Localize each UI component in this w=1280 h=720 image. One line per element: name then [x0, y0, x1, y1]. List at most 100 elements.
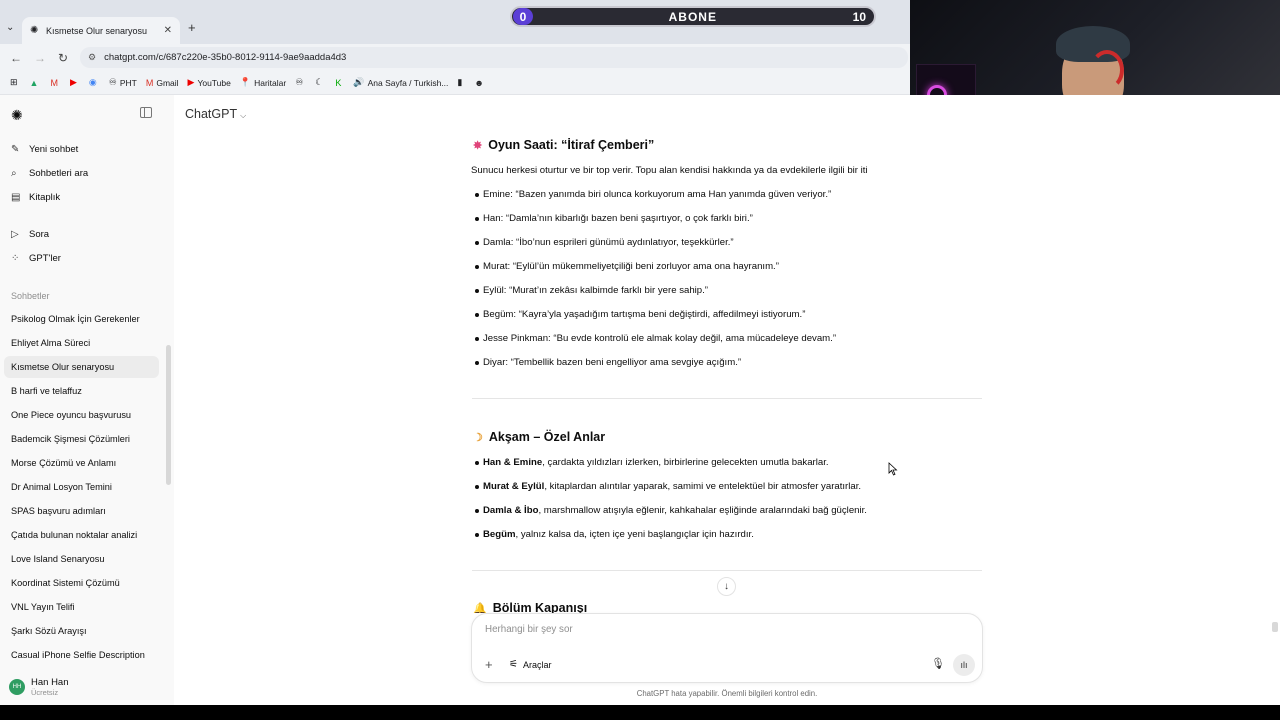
browser-tab[interactable]: ✺ Kısmetse Olur senaryosu ✕: [22, 17, 180, 44]
bookmark-label: Haritalar: [254, 77, 287, 88]
moon-icon: ☽: [473, 431, 483, 444]
list-item: Diyar: “Tembellik bazen beni engelliyor …: [474, 357, 742, 368]
sidebar-chat-item[interactable]: Psikolog Olmak İçin Gerekenler: [4, 308, 159, 330]
plus-icon[interactable]: +: [485, 657, 493, 672]
edit-icon: ✎: [11, 143, 20, 155]
voice-mode-button[interactable]: ılı: [953, 654, 975, 676]
book-icon: ▮: [457, 77, 463, 87]
drive-icon: ▲: [29, 77, 39, 88]
bookmark-item[interactable]: ☾: [315, 77, 326, 88]
sidebar-chat-item[interactable]: Kısmetse Olur senaryosu: [4, 356, 159, 378]
scroll-down-button[interactable]: ↓: [717, 577, 736, 596]
sidebar-nav-item[interactable]: ⌕ Sohbetleri ara: [4, 162, 159, 184]
subscriber-goal-overlay: 0 ABONE 10: [510, 6, 876, 27]
list-item-bold: Begüm: [483, 529, 516, 540]
sidebar-chat-item[interactable]: Şarkı Sözü Arayışı: [4, 620, 159, 642]
arrow-down-icon: ↓: [724, 581, 729, 592]
site-info-icon[interactable]: ⚙: [88, 52, 96, 63]
bookmark-item[interactable]: ▲: [30, 78, 42, 88]
divider: [472, 570, 982, 571]
subscriber-count: 0: [513, 8, 533, 25]
sidebar-chat-item[interactable]: Çatıda bulunan noktalar analizi: [4, 524, 159, 546]
list-item: Eylül: “Murat’ın zekâsı kalbimde farklı …: [475, 285, 708, 296]
assistant-message: ✸ Oyun Saati: “İtiraf Çemberi” Sunucu he…: [471, 95, 910, 613]
section-title: Bölüm Kapanışı: [492, 601, 588, 613]
section-heading-game: ✸ Oyun Saati: “İtiraf Çemberi”: [473, 138, 654, 152]
bookmark-item[interactable]: 🔊 Ana Sayfa / Turkish...: [353, 77, 448, 88]
sidebar-chat-item[interactable]: Morse Çözümü ve Anlamı: [4, 452, 159, 474]
gmail-icon: M: [50, 77, 58, 88]
url-bar[interactable]: ⚙ chatgpt.com/c/687c220e-35b0-8012-9114-…: [80, 47, 908, 68]
tools-button[interactable]: ⚟ Araçlar: [509, 659, 551, 670]
sidebar-chat-item[interactable]: B harfi ve telaffuz: [4, 380, 159, 402]
section-heading-closing: 🔔 Bölüm Kapanışı: [473, 601, 587, 613]
section-heading-evening: ☽ Akşam – Özel Anlar: [473, 430, 605, 444]
grid-icon: ⁘: [11, 252, 20, 264]
sidebar-chat-item[interactable]: Bademcik Şişmesi Çözümleri: [4, 428, 159, 450]
subscriber-label: ABONE: [668, 9, 717, 24]
gmail-icon: M: [145, 77, 154, 88]
chatgpt-logo-icon[interactable]: ✺: [11, 107, 23, 124]
list-item-text: , çardakta yıldızları izlerken, birbirle…: [542, 457, 829, 468]
bookmark-item[interactable]: ▶: [70, 77, 80, 88]
tab-title: Kısmetse Olur senaryosu: [46, 25, 148, 36]
list-item: Murat: “Eylül’ün mükemmeliyetçiliği beni…: [475, 261, 779, 272]
bookmark-item[interactable]: K: [335, 78, 344, 88]
prompt-input[interactable]: [485, 624, 915, 635]
bookmark-item[interactable]: M Gmail: [146, 78, 179, 88]
list-item: Begüm: “Kayra’yla yaşadığım tartışma ben…: [474, 309, 806, 320]
bookmark-item[interactable]: 📍 Haritalar: [240, 77, 286, 88]
sidebar-nav-item[interactable]: ✎ Yeni sohbet: [4, 138, 159, 160]
library-icon: ▤: [11, 191, 21, 203]
new-tab-icon[interactable]: +: [188, 20, 196, 35]
sliders-icon: ⚟: [509, 659, 518, 670]
back-icon[interactable]: ←: [10, 51, 22, 65]
reload-icon[interactable]: ↻: [58, 51, 68, 65]
bookmark-item[interactable]: M: [50, 78, 61, 88]
avatar: HH: [9, 679, 25, 695]
pht-icon: ♾: [108, 77, 117, 87]
bookmark-label: YouTube: [197, 77, 231, 88]
user-name: Han Han: [31, 676, 69, 688]
bell-icon: 🔔: [473, 602, 487, 614]
sidebar-chat-item[interactable]: Ehliyet Alma Süreci: [4, 332, 159, 354]
sidebar-chat-item[interactable]: Casual iPhone Selfie Description: [4, 644, 159, 666]
sidebar-chat-item[interactable]: One Piece oyuncu başvurusu: [4, 404, 159, 426]
sidebar-chat-item[interactable]: VNL Yayın Telifi: [4, 596, 159, 618]
chevron-down-icon: ⌵: [240, 111, 247, 120]
bookmark-item[interactable]: ▶ YouTube: [188, 77, 231, 88]
sidebar-nav-item[interactable]: ▷ Sora: [4, 223, 159, 245]
list-item: Han: “Damla’nın kibarlığı bazen beni şaş…: [475, 213, 753, 224]
sidebar-nav-label: GPT'ler: [29, 252, 61, 264]
person-icon: ☻: [474, 77, 484, 88]
sidebar-chat-item[interactable]: Dr Animal Losyon Temini: [4, 476, 159, 498]
sidebar-nav-item[interactable]: ▤ Kitaplık: [4, 186, 159, 208]
bookmark-item[interactable]: ▮: [457, 77, 465, 88]
model-selector[interactable]: ChatGPT ⌵: [185, 107, 246, 121]
youtube-icon: ▶: [69, 77, 77, 87]
apps-icon[interactable]: ⊞: [10, 77, 21, 88]
close-tab-icon[interactable]: ✕: [164, 25, 172, 36]
bookmark-item[interactable]: ♾ PHT: [109, 77, 137, 88]
sidebar-chat-item[interactable]: SPAS başvuru adımları: [4, 500, 159, 522]
user-profile[interactable]: HH Han Han Ücretsiz: [0, 669, 174, 705]
sidebar-nav-item[interactable]: ⁘ GPT'ler: [4, 247, 159, 269]
list-item: Han & Emine, çardakta yıldızları izlerke…: [475, 457, 829, 468]
tab-list-chevron-icon[interactable]: ⌄: [6, 22, 14, 33]
sidebar-toggle-icon[interactable]: [140, 107, 152, 118]
sidebar-nav-label: Sora: [29, 228, 50, 240]
page-scrollbar[interactable]: [1272, 622, 1278, 632]
microphone-icon[interactable]: 🎙: [931, 657, 945, 670]
sidebar-chat-item[interactable]: Love Island Senaryosu: [4, 548, 159, 570]
forward-icon[interactable]: →: [34, 51, 46, 65]
bookmark-item[interactable]: ☻: [474, 78, 486, 88]
bookmark-label: Ana Sayfa / Turkish...: [367, 77, 449, 88]
divider: [472, 398, 982, 399]
bookmark-item[interactable]: ♾: [295, 77, 306, 88]
sidebar-scrollbar[interactable]: [166, 345, 171, 485]
list-item-text: , marshmallow atışıyla eğlenir, kahkahal…: [538, 505, 867, 516]
sidebar-chat-item[interactable]: Koordinat Sistemi Çözümü: [4, 572, 159, 594]
bookmark-item[interactable]: ◉: [89, 77, 100, 88]
subscriber-goal: 10: [852, 9, 866, 24]
list-item-bold: Damla & İbo: [483, 505, 539, 516]
